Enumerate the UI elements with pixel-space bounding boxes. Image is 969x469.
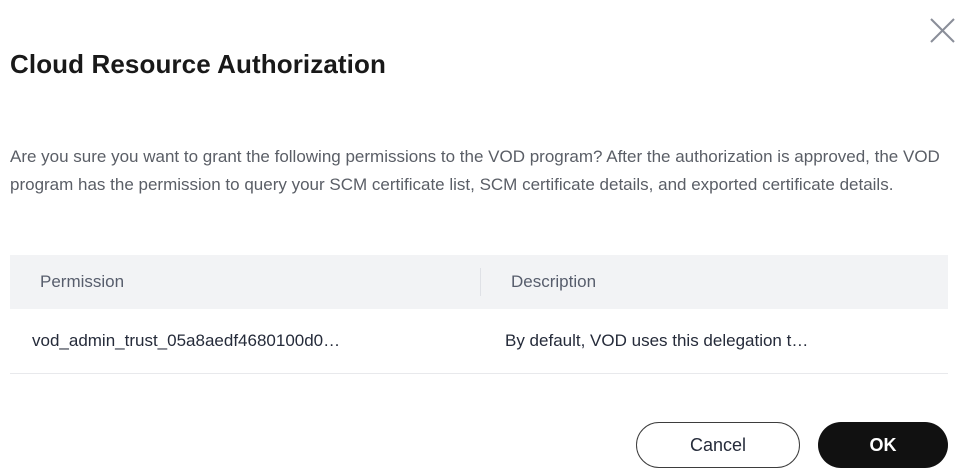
column-header-description: Description (511, 272, 597, 291)
ok-button[interactable]: OK (818, 422, 948, 468)
close-icon (930, 18, 955, 43)
dialog-message: Are you sure you want to grant the follo… (10, 147, 940, 194)
description-cell: By default, VOD uses this delegation t… (505, 331, 809, 350)
authorization-dialog: Cloud Resource Authorization Are you sur… (0, 0, 969, 469)
permissions-table: Permission Description vod_admin_trust_0… (10, 255, 948, 374)
permission-cell: vod_admin_trust_05a8aedf4680100d0… (32, 331, 341, 350)
dialog-title: Cloud Resource Authorization (10, 49, 386, 79)
table-row: vod_admin_trust_05a8aedf4680100d0… By de… (10, 309, 948, 374)
column-header-permission: Permission (40, 272, 125, 291)
close-button[interactable] (928, 14, 958, 44)
cancel-button[interactable]: Cancel (636, 422, 800, 468)
table-header: Permission Description (10, 255, 948, 309)
